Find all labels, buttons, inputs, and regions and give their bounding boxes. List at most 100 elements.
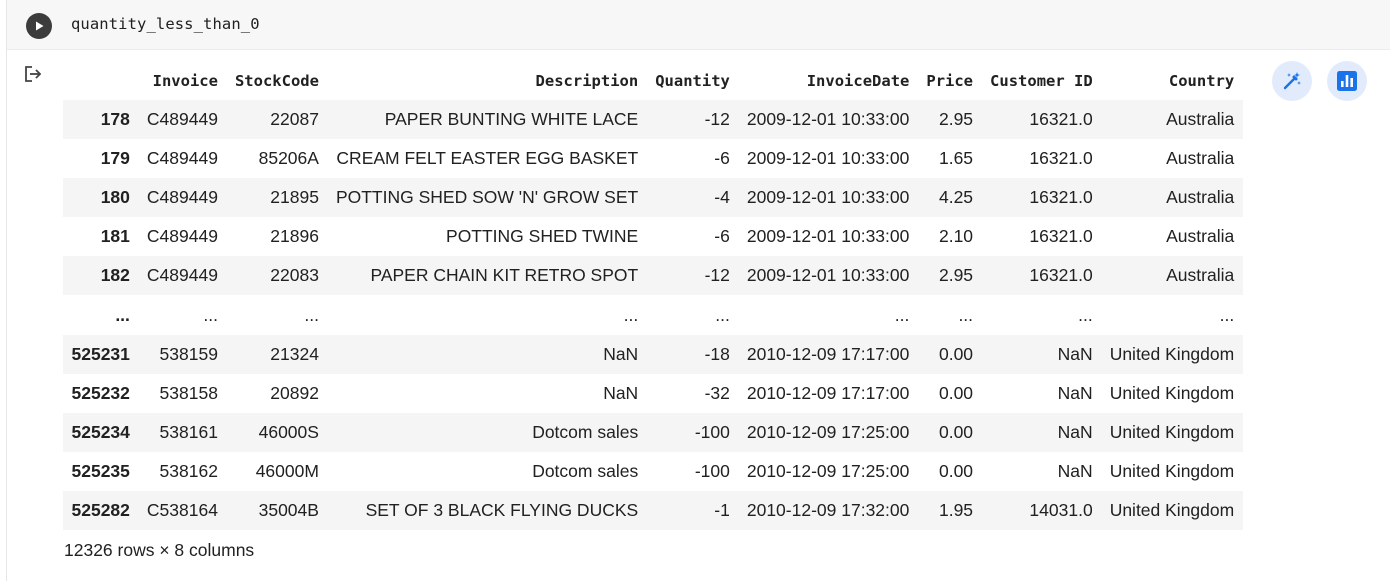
table-row: 525234 538161 46000S Dotcom sales -100 2010-1… [63,413,1243,452]
table-cell: Australia [1166,148,1235,168]
table-cell: United Kingdom [1109,422,1235,442]
run-cell-button[interactable] [26,13,52,39]
table-cell: 22083 [270,265,319,285]
table-cell: POTTING SHED TWINE [446,226,639,246]
table-cell: 2010-12-09 17:25:00 [746,422,910,442]
table-cell: -6 [714,148,730,168]
table-cell: 2009-12-01 10:33:00 [746,265,910,285]
table-cell: C489449 [146,187,218,207]
table-cell: -100 [694,461,730,481]
row-index: ... [115,304,130,325]
table-row: 181 C489449 21896 POTTING SHED TWINE -6 2009-… [63,217,1243,256]
table-cell: 14031.0 [1029,500,1093,520]
table-cell: 1.65 [938,148,974,168]
table-cell: -6 [714,226,730,246]
table-cell: 16321.0 [1029,109,1093,129]
table-cell: NaN [1057,344,1093,364]
table-cell: -12 [704,109,730,129]
table-cell: NaN [1057,383,1093,403]
table-cell: NaN [603,344,639,364]
table-cell: 0.00 [938,422,974,442]
table-cell: 16321.0 [1029,187,1093,207]
row-index: 525231 [71,344,130,364]
table-cell: 16321.0 [1029,226,1093,246]
table-cell: ... [715,304,730,325]
table-cell: 20892 [270,383,319,403]
ellipsis-row: ........................... [63,295,1243,335]
table-cell: Australia [1166,265,1235,285]
table-cell: United Kingdom [1109,344,1235,364]
output-redirect-icon[interactable] [23,64,43,84]
table-cell: 2010-12-09 17:17:00 [746,344,910,364]
table-row: 525231 538159 21324 NaN -18 2010-12-09 17:17:… [63,335,1243,374]
header-row: Invoice StockCode Description Quantity I… [63,62,1243,100]
table-cell: ... [958,304,974,325]
table-row: 180 C489449 21895 POTTING SHED SOW 'N' GROW… [63,178,1243,217]
column-header: Invoice [152,72,218,90]
table-cell: C538164 [146,500,218,520]
table-cell: CREAM FELT EASTER EGG BASKET [336,148,639,168]
table-cell: United Kingdom [1109,500,1235,520]
table-cell: 46000M [255,461,319,481]
row-index: 178 [100,109,130,129]
code-editor-text[interactable]: quantity_less_than_0 [71,15,260,33]
table-cell: 2009-12-01 10:33:00 [746,226,910,246]
index-header [63,62,138,100]
table-cell: ... [1078,304,1093,325]
table-cell: ... [1219,304,1235,325]
column-header: Price [926,72,974,90]
row-index: 181 [100,226,130,246]
table-cell: ... [304,304,319,325]
table-cell: C489449 [146,226,218,246]
table-row: 525235 538162 46000M Dotcom sales -100 2010-1… [63,452,1243,491]
table-cell: 2009-12-01 10:33:00 [746,109,910,129]
cell-border [6,0,7,581]
table-row: 182 C489449 22083 PAPER CHAIN KIT RETRO SPO… [63,256,1243,295]
table-cell: 538158 [159,383,218,403]
row-index: 525232 [71,383,130,403]
table-cell: ... [894,304,910,325]
table-cell: 16321.0 [1029,148,1093,168]
code-cell[interactable]: quantity_less_than_0 [7,0,1390,50]
table-cell: -1 [714,500,730,520]
column-header: Country [1168,72,1235,90]
table-cell: Australia [1166,226,1235,246]
table-cell: 2010-12-09 17:25:00 [746,461,910,481]
table-cell: 2009-12-01 10:33:00 [746,148,910,168]
table-cell: 46000S [258,422,319,442]
row-index: 525235 [71,461,130,481]
table-cell: 2010-12-09 17:32:00 [746,500,910,520]
column-header: StockCode [234,72,319,90]
column-header: Description [535,72,639,90]
table-cell: PAPER BUNTING WHITE LACE [384,109,639,129]
table-cell: -12 [704,265,730,285]
table-row: 525282 C538164 35004B SET OF 3 BLACK FLYING… [63,491,1243,530]
table-cell: POTTING SHED SOW 'N' GROW SET [335,187,639,207]
magic-wand-icon [1283,72,1301,90]
table-cell: 4.25 [938,187,974,207]
chart-suggest-button[interactable] [1327,61,1367,101]
play-icon [36,21,44,31]
table-row: 179 C489449 85206A CREAM FELT EASTER EGG BA… [63,139,1243,178]
table-cell: 538159 [159,344,218,364]
column-header: InvoiceDate [806,72,910,90]
magic-wand-button[interactable] [1272,61,1312,101]
table-cell: 21895 [270,187,319,207]
table-cell: ... [203,304,218,325]
table-cell: NaN [603,383,639,403]
table-cell: 2.95 [938,265,974,285]
table-cell: United Kingdom [1109,383,1235,403]
row-index: 525282 [71,500,130,520]
table-cell: 2.10 [938,226,974,246]
table-cell: 2010-12-09 17:17:00 [746,383,910,403]
table-cell: -32 [704,383,730,403]
table-cell: 35004B [258,500,319,520]
dataframe-shape: 12326 rows × 8 columns [64,540,255,560]
table-cell: 538162 [159,461,218,481]
column-header: Quantity [655,72,730,90]
table-cell: 1.95 [938,500,974,520]
table-cell: ... [623,304,639,325]
table-cell: SET OF 3 BLACK FLYING DUCKS [365,500,639,520]
table-row: 178 C489449 22087 PAPER BUNTING WHITE LACE -… [63,100,1243,139]
row-index: 179 [100,148,130,168]
